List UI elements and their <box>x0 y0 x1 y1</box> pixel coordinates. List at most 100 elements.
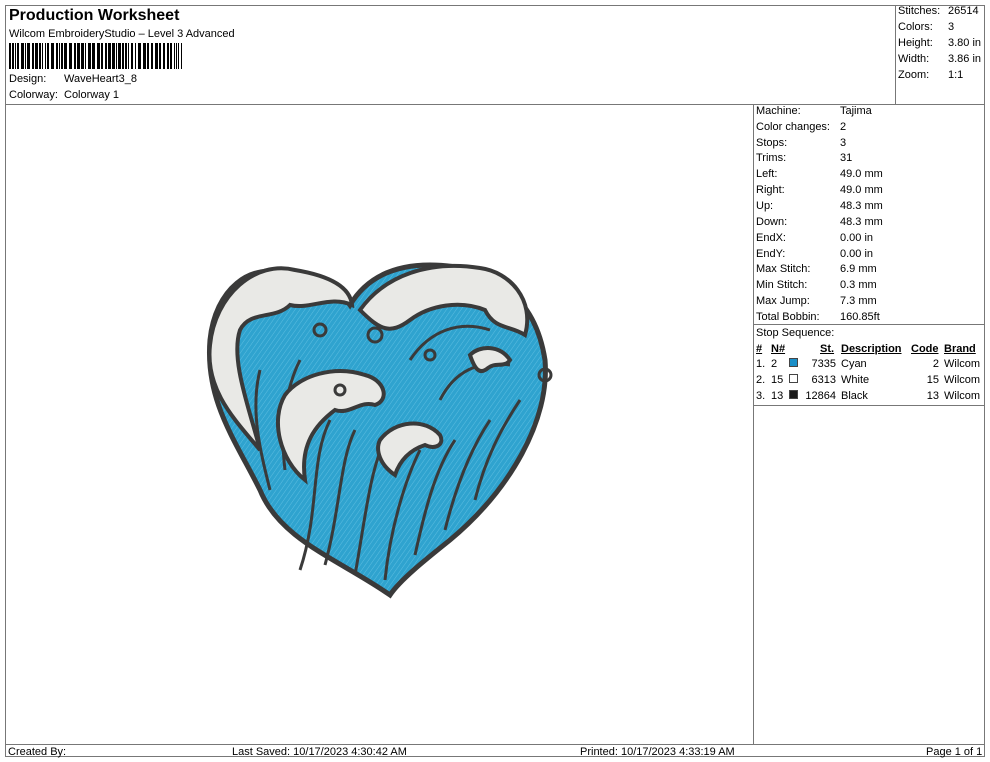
machine-value: 0.3 mm <box>840 279 877 291</box>
machine-value: Tajima <box>840 105 872 117</box>
machine-value: 7.3 mm <box>840 295 877 307</box>
needle-number: 2 <box>771 358 778 370</box>
barcode-bar <box>77 43 80 69</box>
barcode-bar <box>51 43 54 69</box>
summary-value: 3 <box>948 21 955 33</box>
barcode-bar <box>125 43 127 69</box>
thread-code: 2 <box>932 358 939 370</box>
colorway-label: Colorway: <box>9 89 58 101</box>
stitch-count: 12864 <box>805 390 836 402</box>
barcode-bar <box>85 43 86 69</box>
barcode-bar <box>45 43 46 69</box>
barcode-bar <box>105 43 107 69</box>
barcode-bar <box>143 43 146 69</box>
col-header-num: # <box>756 343 763 355</box>
col-header-description: Description <box>841 343 902 355</box>
machine-label: Stops: <box>756 137 788 149</box>
col-header-stitches: St. <box>820 343 835 355</box>
machine-value: 0.00 in <box>840 248 874 260</box>
printed-date: Printed: 10/17/2023 4:33:19 AM <box>580 746 735 758</box>
thread-description: White <box>841 374 870 386</box>
machine-value: 49.0 mm <box>840 184 883 196</box>
barcode-bar <box>112 43 115 69</box>
stitch-count: 7335 <box>811 358 836 370</box>
machine-value: 0.00 in <box>840 232 874 244</box>
needle-number: 13 <box>771 390 784 402</box>
barcode-bar <box>151 43 153 69</box>
barcode-bar <box>159 43 161 69</box>
machine-label: Max Jump: <box>756 295 810 307</box>
barcode-bar <box>163 43 165 69</box>
design-label: Design: <box>9 73 47 85</box>
barcode-bar <box>35 43 38 69</box>
col-header-brand: Brand <box>944 343 976 355</box>
barcode-bar <box>155 43 158 69</box>
barcode-bar <box>32 43 34 69</box>
thread-description: Black <box>841 390 868 402</box>
summary-label: Width: <box>898 53 930 65</box>
barcode-bar <box>97 43 100 69</box>
barcode-bar <box>15 43 16 69</box>
machine-value: 6.9 mm <box>840 263 877 275</box>
stop-number: 2. <box>756 374 766 386</box>
barcode-bar <box>181 43 182 69</box>
machine-label: Min Stitch: <box>756 279 808 291</box>
stop-number: 1. <box>756 358 766 370</box>
barcode-bar <box>25 43 26 69</box>
barcode-bar <box>61 43 63 69</box>
page-title: Production Worksheet <box>9 7 180 24</box>
machine-value: 160.85ft <box>840 311 880 323</box>
summary-label: Height: <box>898 37 933 49</box>
barcode-bar <box>56 43 58 69</box>
machine-label: Max Stitch: <box>756 263 811 275</box>
barcode-bar <box>116 43 117 69</box>
summary-divider <box>895 5 896 104</box>
machine-label: Left: <box>756 168 778 180</box>
machine-value: 49.0 mm <box>840 168 883 180</box>
barcode-bar <box>74 43 76 69</box>
barcode-bar <box>122 43 124 69</box>
barcode-bar <box>27 43 30 69</box>
page-number: Page 1 of 1 <box>926 746 983 758</box>
thread-brand: Wilcom <box>944 358 981 370</box>
barcode-bar <box>176 43 177 69</box>
embroidery-design-preview <box>206 262 553 599</box>
machine-value: 48.3 mm <box>840 200 883 212</box>
summary-value: 26514 <box>948 5 979 17</box>
barcode-bar <box>88 43 91 69</box>
barcode-bar <box>135 43 136 69</box>
machine-label: Color changes: <box>756 121 830 133</box>
machine-label: Right: <box>756 184 785 196</box>
thread-code: 13 <box>926 390 939 402</box>
barcode-bar <box>92 43 95 69</box>
barcode-bar <box>174 43 175 69</box>
thread-code: 15 <box>926 374 939 386</box>
stop-number: 3. <box>756 390 766 402</box>
color-swatch <box>789 390 798 399</box>
color-swatch <box>789 358 798 367</box>
col-header-needle: N# <box>771 343 786 355</box>
machine-label: EndY: <box>756 248 786 260</box>
barcode <box>9 43 182 69</box>
barcode-bar <box>138 43 141 69</box>
last-saved: Last Saved: 10/17/2023 4:30:42 AM <box>232 746 407 758</box>
barcode-bar <box>170 43 172 69</box>
summary-label: Stitches: <box>898 5 941 17</box>
barcode-bar <box>81 43 84 69</box>
barcode-bar <box>147 43 149 69</box>
machine-value: 2 <box>840 121 847 133</box>
summary-value: 3.80 in <box>948 37 982 49</box>
machine-label: Machine: <box>756 105 801 117</box>
machine-value: 48.3 mm <box>840 216 883 228</box>
stop-sequence-title: Stop Sequence: <box>756 327 835 339</box>
summary-label: Zoom: <box>898 69 930 81</box>
machine-label: Total Bobbin: <box>756 311 820 323</box>
footer-divider <box>5 744 985 745</box>
barcode-bar <box>118 43 121 69</box>
barcode-bar <box>128 43 129 69</box>
barcode-bar <box>108 43 111 69</box>
machine-value: 31 <box>840 152 853 164</box>
barcode-bar <box>64 43 67 69</box>
col-header-code: Code <box>911 343 939 355</box>
summary-value: 1:1 <box>948 69 964 81</box>
